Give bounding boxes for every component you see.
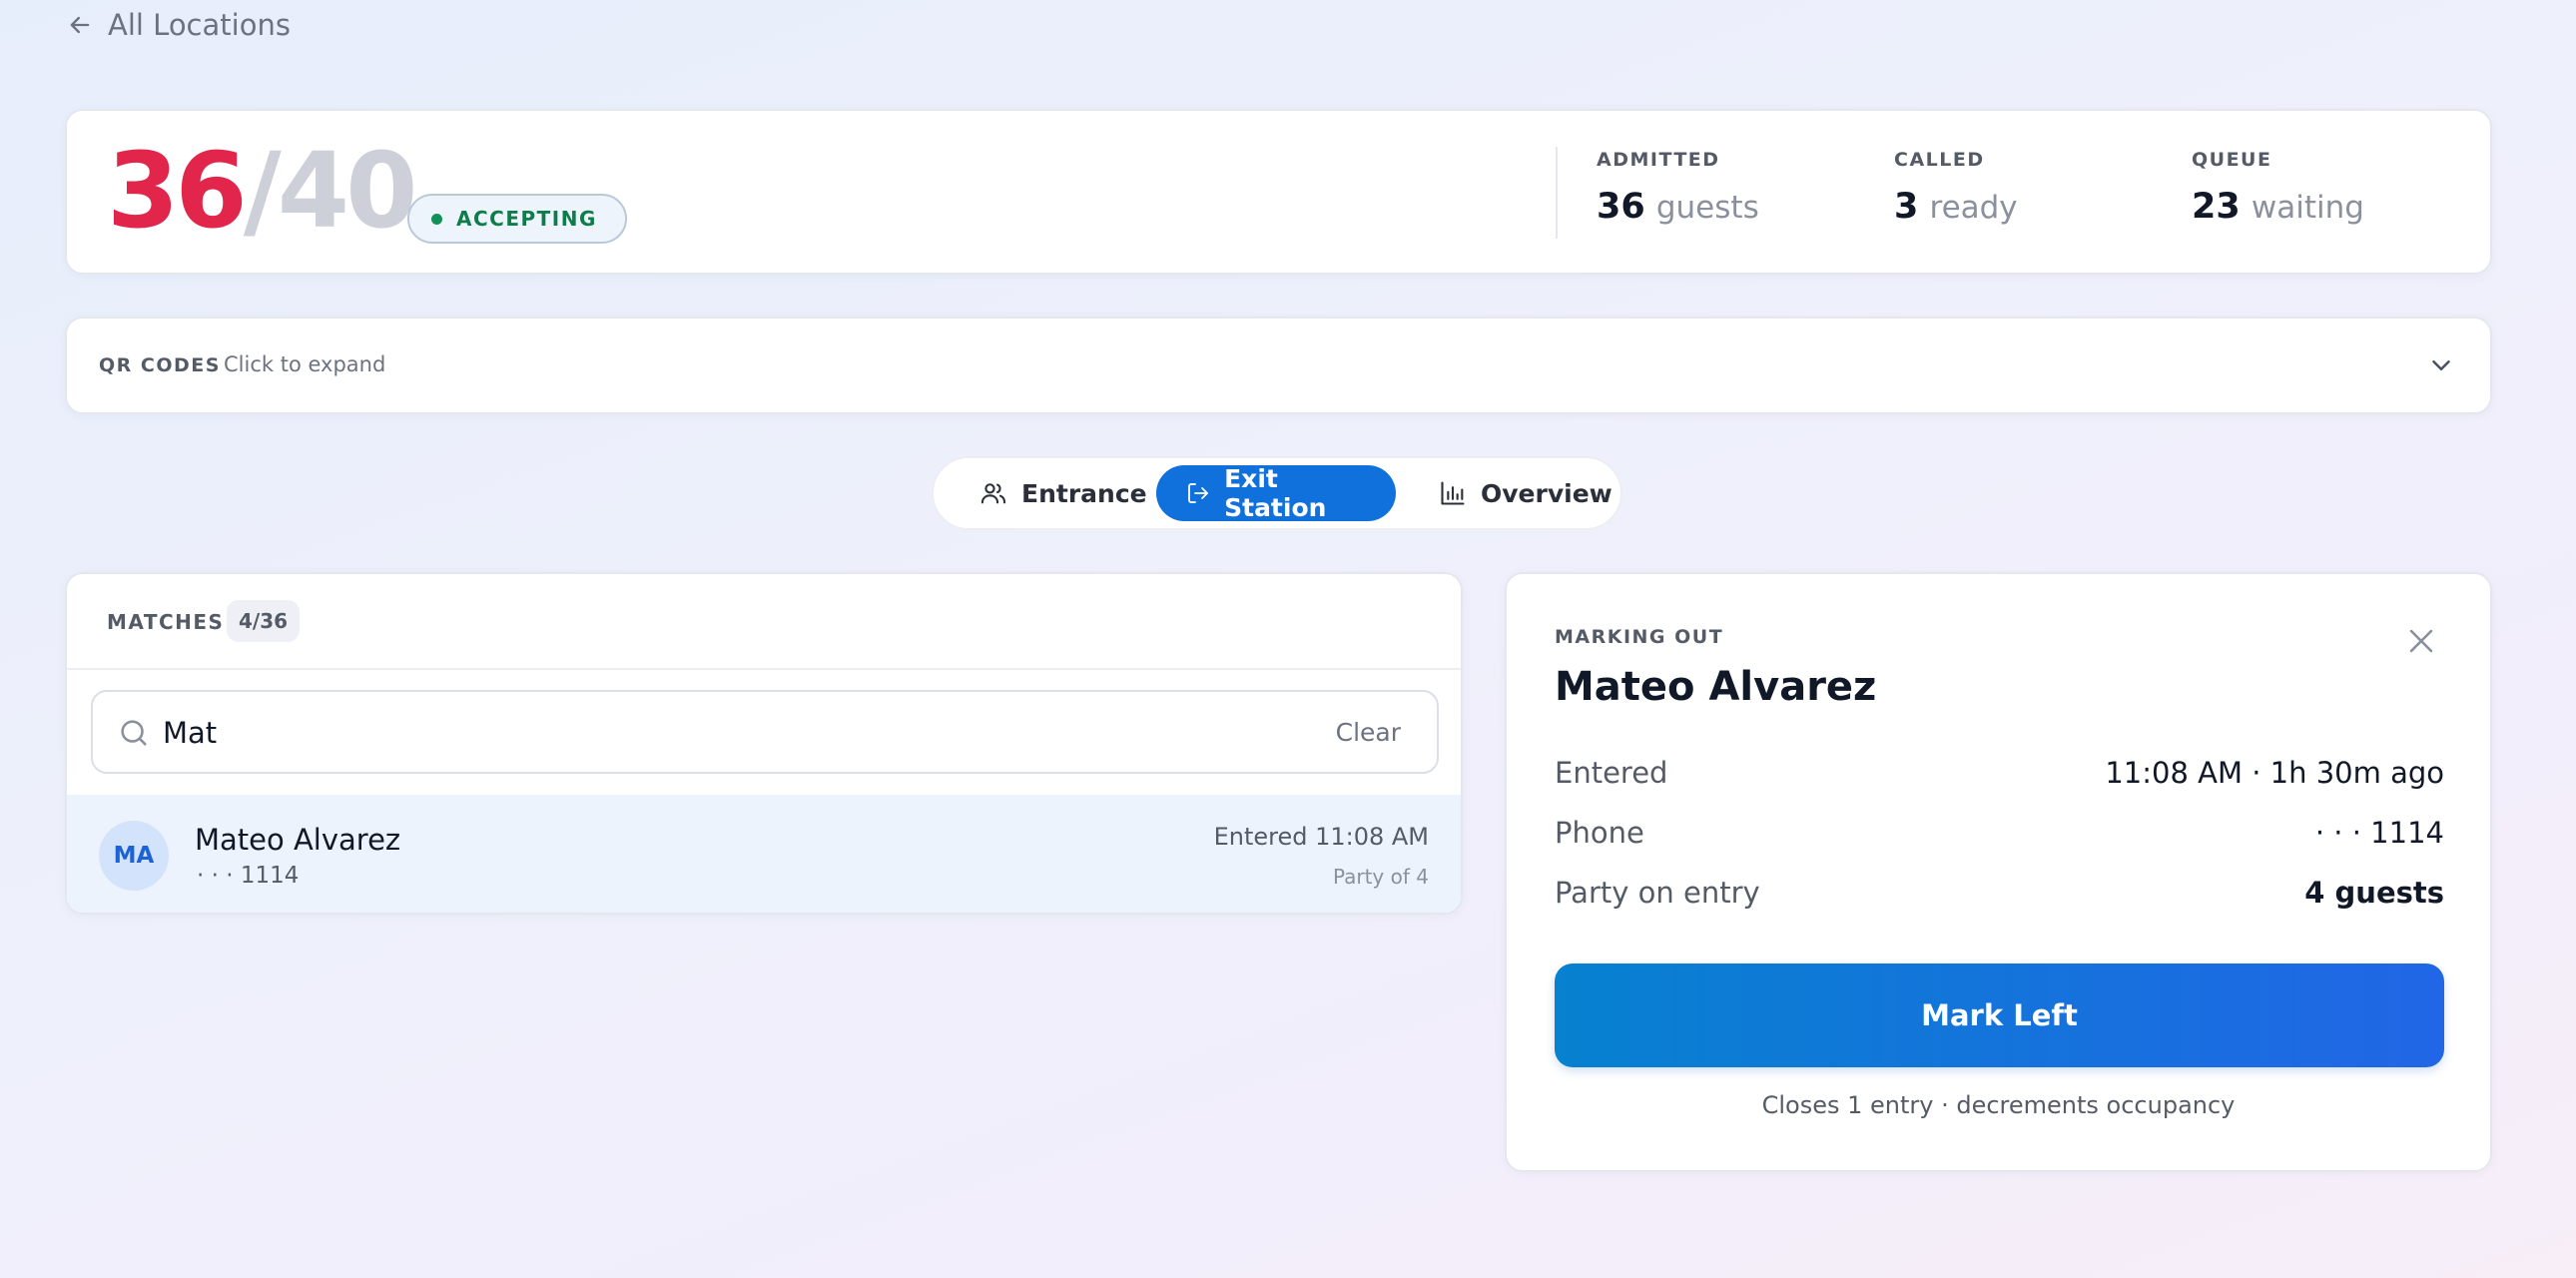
back-link-label: All Locations (108, 8, 291, 42)
qr-codes-accordion[interactable]: QR CODES Click to expand (65, 317, 2492, 414)
detail-value: 4 guests (2304, 876, 2444, 910)
stat-number: 36 (1597, 187, 1645, 227)
list-item[interactable]: MA Mateo Alvarez · · · 1114 Entered 11:0… (67, 795, 1461, 913)
marking-out-label: MARKING OUT (1555, 626, 1724, 648)
stat-label: ADMITTED (1597, 149, 1720, 171)
bar-chart-icon (1441, 481, 1465, 505)
clear-button[interactable]: Clear (1336, 718, 1401, 747)
search-icon (121, 720, 147, 746)
tab-entrance[interactable]: Entrance (950, 465, 1177, 521)
matches-header: MATCHES 4/36 (67, 574, 1461, 670)
search-input[interactable] (163, 710, 1261, 756)
qr-codes-label: QR CODES (99, 354, 221, 376)
guest-phone: · · · 1114 (197, 863, 300, 889)
qr-codes-hint: Click to expand (224, 352, 386, 376)
tab-label: Entrance (1021, 478, 1147, 508)
guest-name: Mateo Alvarez (195, 823, 401, 857)
arrow-left-icon (70, 16, 90, 34)
stat-number: 23 (2192, 187, 2241, 227)
stat-label: QUEUE (2192, 149, 2272, 171)
marking-out-panel: MARKING OUT Mateo Alvarez Entered 11:08 … (1505, 572, 2492, 1172)
status-dot-icon (431, 213, 442, 225)
tab-exit-station[interactable]: Exit Station (1156, 464, 1396, 522)
detail-row-entered: Entered 11:08 AM · 1h 30m ago (1555, 756, 2444, 790)
matches-title: MATCHES (107, 610, 225, 634)
detail-row-party: Party on entry 4 guests (1555, 876, 2444, 910)
avatar: MA (99, 821, 169, 891)
stat-value: 36 guests (1597, 187, 1759, 227)
detail-value: · · · 1114 (2314, 816, 2444, 850)
stat-called: CALLED 3 ready (1894, 149, 2018, 227)
tab-label: Overview (1481, 478, 1612, 508)
stat-value: 3 ready (1894, 187, 2018, 227)
occupancy-card: 36/40 ACCEPTING ADMITTED 36 guests CALLE… (65, 109, 2492, 275)
detail-key: Phone (1555, 816, 1644, 850)
occupancy-separator: / (243, 130, 282, 252)
tab-overview[interactable]: Overview (1409, 465, 1642, 521)
stat-queue: QUEUE 23 waiting (2192, 149, 2364, 227)
status-badge: ACCEPTING (407, 194, 627, 244)
detail-key: Party on entry (1555, 876, 1760, 910)
detail-row-phone: Phone · · · 1114 (1555, 816, 2444, 850)
tab-label: Exit Station (1224, 464, 1327, 522)
search-box: Clear (91, 690, 1439, 774)
back-link[interactable]: All Locations (66, 8, 291, 42)
mark-left-button[interactable]: Mark Left (1555, 963, 2444, 1067)
occupancy-capacity: 40 (277, 130, 418, 252)
occupancy-count: 36/40 (107, 139, 417, 243)
stat-unit: waiting (2251, 190, 2364, 226)
marking-out-name: Mateo Alvarez (1555, 664, 1877, 710)
guest-entered-time: Entered 11:08 AM (1213, 823, 1429, 851)
guest-party-size: Party of 4 (1332, 865, 1429, 889)
detail-key: Entered (1555, 756, 1668, 790)
detail-value: 11:08 AM · 1h 30m ago (2105, 756, 2444, 790)
stat-admitted: ADMITTED 36 guests (1597, 149, 1759, 227)
exit-icon (1188, 483, 1208, 503)
status-badge-label: ACCEPTING (456, 207, 597, 231)
stat-unit: guests (1655, 190, 1759, 226)
station-tabs: Entrance Exit Station Overview (932, 456, 1622, 530)
stats-divider (1556, 147, 1558, 239)
matches-count-badge: 4/36 (227, 600, 301, 642)
stat-label: CALLED (1894, 149, 1985, 171)
close-icon[interactable] (2404, 624, 2438, 658)
stat-value: 23 waiting (2192, 187, 2364, 227)
chevron-down-icon (2432, 360, 2450, 370)
matches-panel: MATCHES 4/36 Clear MA Mateo Alvarez · · … (65, 572, 1463, 915)
mark-left-footnote: Closes 1 entry · decrements occupancy (1761, 1091, 2236, 1119)
occupancy-current: 36 (107, 130, 248, 252)
stat-unit: ready (1929, 190, 2018, 226)
users-icon (980, 483, 1006, 504)
stat-number: 3 (1894, 187, 1919, 227)
